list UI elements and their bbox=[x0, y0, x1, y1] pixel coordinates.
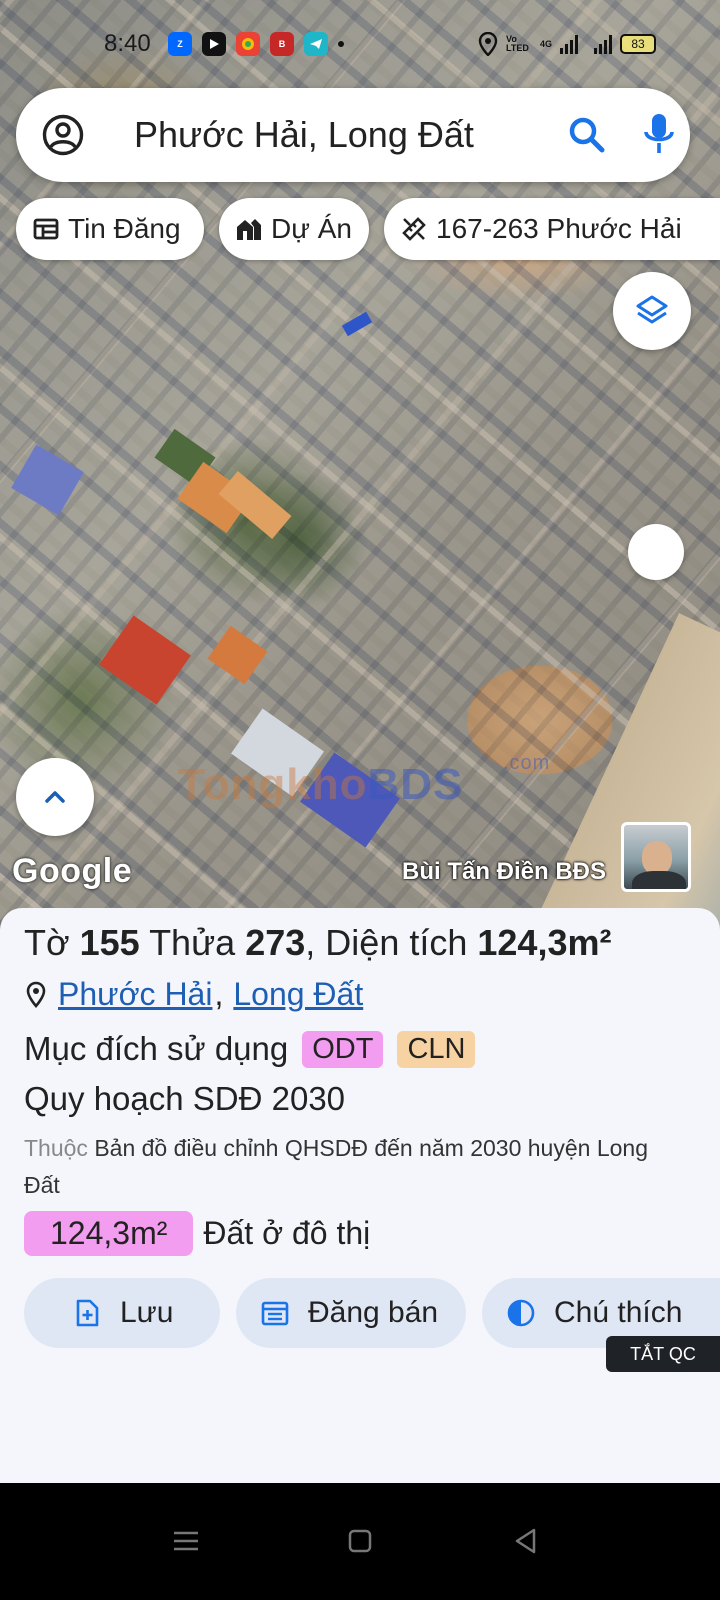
satellite-map[interactable]: 8:40 Z B Vo LTED 4G 83 Phước Hải, Long Đ… bbox=[0, 0, 720, 930]
location-icon bbox=[478, 32, 498, 56]
back-icon[interactable] bbox=[506, 1521, 546, 1561]
chip-label: Dự Án bbox=[271, 213, 352, 244]
listing-icon bbox=[33, 218, 59, 240]
signal-icon bbox=[560, 34, 579, 54]
district-link[interactable]: Long Đất bbox=[233, 976, 363, 1013]
plan-title: Quy hoạch SDĐ 2030 bbox=[24, 1080, 346, 1117]
watermark-suffix: .com bbox=[503, 752, 551, 774]
account-icon[interactable] bbox=[42, 114, 84, 156]
search-bar[interactable]: Phước Hải, Long Đất bbox=[16, 88, 690, 182]
save-file-icon bbox=[76, 1299, 99, 1327]
floating-bubble-button[interactable] bbox=[628, 524, 684, 580]
chip-projects[interactable]: Dự Án bbox=[219, 198, 369, 260]
volte-label: Vo LTED bbox=[506, 34, 529, 53]
chip-label: 167-263 Phước Hải bbox=[436, 213, 682, 244]
layers-button[interactable] bbox=[613, 272, 691, 350]
land-use-purpose: Mục đích sử dụng ODT CLN bbox=[24, 1030, 476, 1068]
purpose-label: Mục đích sử dụng bbox=[24, 1030, 289, 1067]
google-logo: Google bbox=[12, 852, 133, 890]
location-pin-icon bbox=[26, 981, 46, 1008]
lot-number: 273 bbox=[245, 922, 306, 963]
sheet-label: Tờ bbox=[24, 922, 70, 963]
chip-address[interactable]: 167-263 Phước Hải bbox=[384, 198, 720, 260]
layers-icon bbox=[636, 295, 668, 324]
ads-off-button[interactable]: TẮT QC bbox=[606, 1336, 720, 1372]
chevron-up-icon bbox=[45, 791, 65, 803]
signal-icon bbox=[594, 34, 613, 54]
menu-icon[interactable] bbox=[166, 1521, 206, 1561]
zalo-icon: Z bbox=[168, 32, 192, 56]
search-input[interactable]: Phước Hải, Long Đất bbox=[134, 114, 474, 156]
network-type: 4G bbox=[540, 38, 553, 49]
battery-icon: 83 bbox=[620, 34, 657, 54]
post-sale-icon bbox=[261, 1301, 289, 1326]
system-nav-bar bbox=[0, 1483, 720, 1600]
site-watermark: TongkhoBDS .com bbox=[178, 752, 549, 810]
plan-text: Bản đồ điều chỉnh QHSDĐ đến năm 2030 huy… bbox=[24, 1135, 648, 1198]
post-sale-label: Đăng bán bbox=[308, 1296, 439, 1329]
parcel-location: Phước Hải, Long Đất bbox=[24, 976, 363, 1013]
telegram-icon bbox=[304, 32, 328, 56]
author-avatar[interactable] bbox=[621, 822, 691, 892]
notification-icons: Z B bbox=[168, 32, 344, 56]
project-icon bbox=[237, 219, 261, 240]
lot-label: Thửa bbox=[149, 922, 236, 963]
zone-row: 124,3m² Đất ở đô thị bbox=[24, 1211, 370, 1256]
plan-description: Thuộc Bản đồ điều chỉnh QHSDĐ đến năm 20… bbox=[24, 1130, 684, 1204]
baomoi-icon: B bbox=[270, 32, 294, 56]
chip-listings[interactable]: Tin Đăng bbox=[16, 198, 204, 260]
save-label: Lưu bbox=[120, 1296, 174, 1329]
expand-up-button[interactable] bbox=[16, 758, 94, 836]
zone-area-badge: 124,3m² bbox=[24, 1211, 194, 1256]
legend-label: Chú thích bbox=[554, 1296, 683, 1329]
legend-icon bbox=[507, 1299, 535, 1327]
search-icon[interactable] bbox=[568, 116, 606, 154]
zone-type: Đất ở đô thị bbox=[203, 1215, 371, 1251]
parcel-info-sheet: Tờ 155 Thửa 273, Diện tích 124,3m² Phước… bbox=[0, 908, 720, 1483]
parcel-title: Tờ 155 Thửa 273, Diện tích 124,3m² bbox=[24, 922, 611, 964]
home-icon[interactable] bbox=[340, 1521, 380, 1561]
mic-icon[interactable] bbox=[642, 112, 676, 156]
watermark-right: BDS bbox=[367, 760, 464, 809]
watermark-left: Tongkho bbox=[178, 760, 368, 809]
system-icons: Vo LTED 4G 83 bbox=[478, 32, 657, 56]
ruler-icon bbox=[402, 217, 426, 241]
purpose-tag-cln: CLN bbox=[397, 1030, 476, 1068]
status-bar: 8:40 Z B Vo LTED 4G 83 bbox=[0, 26, 720, 66]
purpose-tag-odt: ODT bbox=[302, 1030, 384, 1068]
plan-prefix: Thuộc bbox=[24, 1135, 88, 1161]
more-notifications-dot bbox=[338, 41, 344, 47]
post-sale-button[interactable]: Đăng bán bbox=[236, 1278, 466, 1348]
status-time: 8:40 bbox=[104, 30, 151, 57]
area-value: 124,3m² bbox=[477, 922, 612, 963]
chip-label: Tin Đăng bbox=[68, 213, 181, 244]
ward-link[interactable]: Phước Hải bbox=[58, 976, 212, 1013]
author-name: Bùi Tấn Điền BĐS bbox=[402, 858, 607, 885]
photos-icon bbox=[236, 32, 260, 56]
area-label: , Diện tích bbox=[305, 922, 468, 963]
sheet-number: 155 bbox=[79, 922, 140, 963]
youtube-icon bbox=[202, 32, 226, 56]
save-button[interactable]: Lưu bbox=[24, 1278, 220, 1348]
